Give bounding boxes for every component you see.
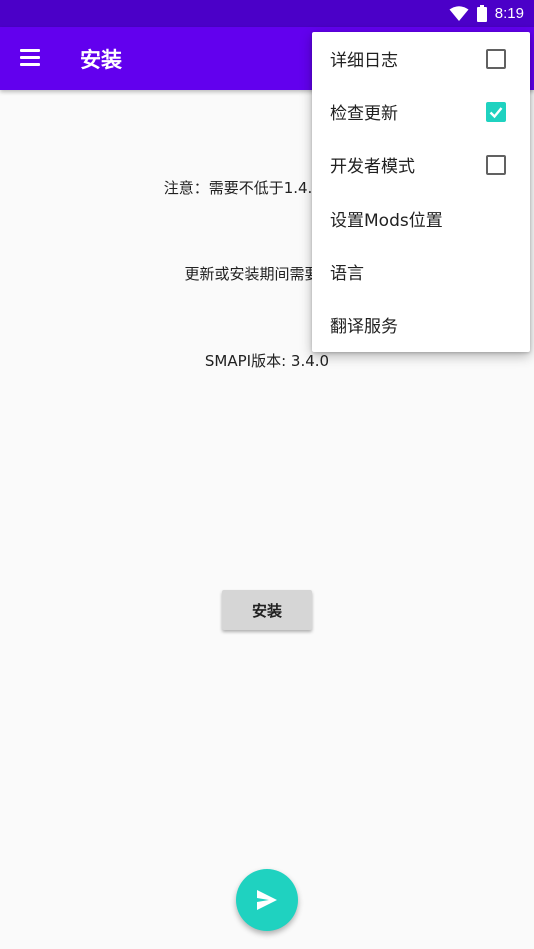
wifi-icon — [449, 5, 469, 21]
menu-item-label: 设置Mods位置 — [330, 211, 443, 231]
checkbox-check-update[interactable] — [486, 101, 506, 122]
status-time: 8:19 — [494, 5, 524, 22]
page-title: 安装 — [80, 48, 122, 72]
menu-item-language[interactable]: 语言 — [312, 245, 530, 298]
checkbox-developer-mode[interactable] — [486, 154, 506, 175]
battery-icon — [476, 5, 487, 22]
menu-item-label: 翻译服务 — [330, 317, 398, 337]
menu-item-developer-mode[interactable]: 开发者模式 — [312, 138, 530, 191]
menu-item-mods-location[interactable]: 设置Mods位置 — [312, 192, 530, 245]
menu-item-label: 开发者模式 — [330, 157, 415, 177]
menu-item-translation-service[interactable]: 翻译服务 — [312, 298, 530, 351]
send-play-icon — [257, 890, 277, 910]
menu-item-check-update[interactable]: 检查更新 — [312, 85, 530, 138]
menu-item-label: 语言 — [330, 264, 364, 284]
menu-item-verbose-log[interactable]: 详细日志 — [312, 32, 530, 85]
menu-item-label: 检查更新 — [330, 104, 398, 124]
overflow-menu: 详细日志 检查更新 开发者模式 设置Mods位置 语言 翻译服务 — [312, 32, 530, 352]
smapi-version-text: SMAPI版本: 3.4.0 — [204, 352, 330, 370]
checkbox-verbose-log[interactable] — [486, 48, 506, 69]
fab-button[interactable] — [236, 869, 298, 931]
check-icon — [486, 101, 506, 122]
menu-item-label: 详细日志 — [330, 51, 398, 71]
hamburger-menu-icon[interactable] — [18, 47, 44, 69]
install-button[interactable]: 安装 — [222, 590, 312, 630]
status-bar: 8:19 — [0, 0, 534, 27]
